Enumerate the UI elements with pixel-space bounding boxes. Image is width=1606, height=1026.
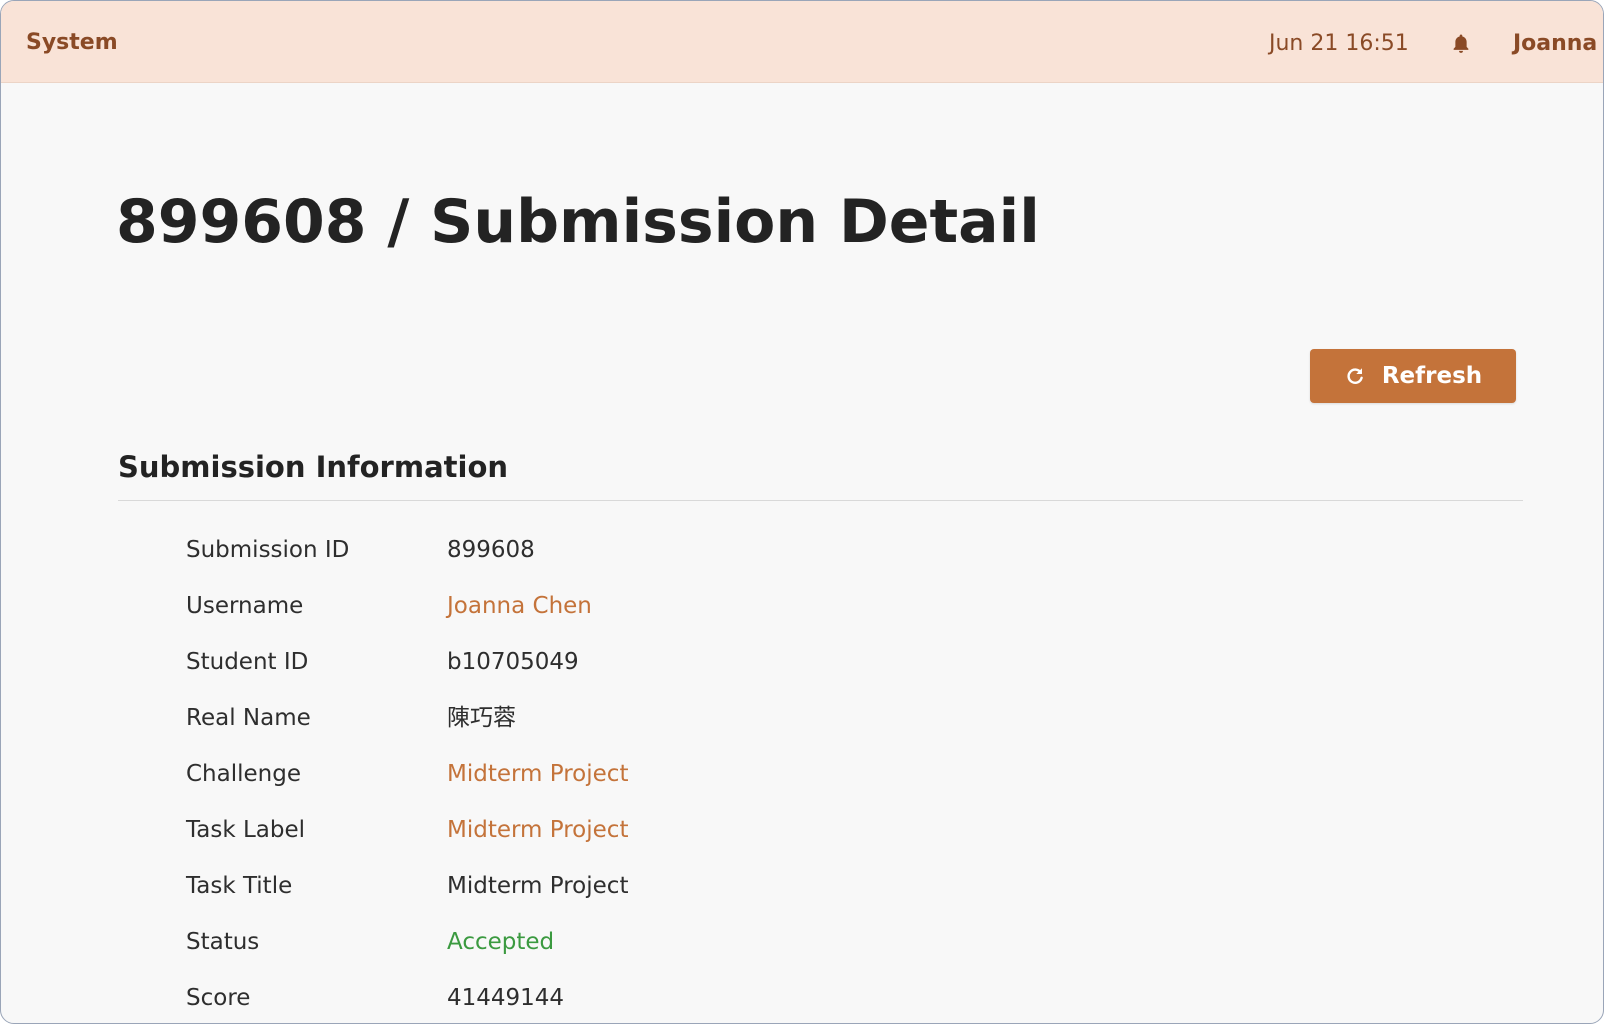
info-label: Submission ID: [186, 537, 350, 563]
real-name-value: 陳巧蓉: [447, 705, 516, 731]
top-navbar: System Jun 21 16:51 Joanna Chen: [1, 1, 1603, 83]
info-label: Real Name: [186, 705, 311, 731]
submission-id-value: 899608: [447, 537, 535, 563]
info-label: Score: [186, 985, 251, 1011]
brand-link[interactable]: System: [26, 28, 118, 58]
task-label-link[interactable]: Midterm Project: [447, 815, 628, 845]
refresh-icon: [1347, 368, 1363, 384]
info-row-real-name: Real Name 陳巧蓉: [186, 690, 628, 746]
status-badge: Accepted: [447, 929, 555, 955]
info-row-challenge: Challenge Midterm Project: [186, 746, 628, 802]
refresh-button[interactable]: Refresh: [1310, 349, 1516, 403]
info-row-task-label: Task Label Midterm Project: [186, 802, 628, 858]
task-title-value: Midterm Project: [447, 873, 629, 899]
info-row-score: Score 41449144: [186, 970, 628, 1023]
section-divider: [118, 500, 1523, 501]
user-menu[interactable]: Joanna Chen: [1513, 29, 1603, 59]
bell-icon[interactable]: [1448, 31, 1474, 57]
info-row-task-title: Task Title Midterm Project: [186, 858, 628, 914]
info-label: Username: [186, 593, 304, 619]
topbar-right-group: Jun 21 16:51 Joanna Chen: [1269, 28, 1603, 59]
info-row-student-id: Student ID b10705049: [186, 634, 628, 690]
username-link[interactable]: Joanna Chen: [447, 591, 592, 621]
bell-icon-glyph: [1453, 33, 1469, 53]
info-label: Task Title: [186, 873, 293, 899]
refresh-button-label: Refresh: [1381, 363, 1483, 389]
page-title: 899608 / Submission Detail: [116, 187, 1040, 257]
info-row-submission-id: Submission ID 899608: [186, 522, 628, 578]
app-window: System Jun 21 16:51 Joanna Chen 899608 /…: [0, 0, 1604, 1024]
info-row-username: Username Joanna Chen: [186, 578, 628, 634]
score-value: 41449144: [447, 985, 565, 1011]
info-row-status: Status Accepted: [186, 914, 628, 970]
student-id-value: b10705049: [447, 649, 579, 675]
info-label: Student ID: [186, 649, 309, 675]
clock-text: Jun 21 16:51: [1269, 30, 1409, 56]
challenge-link[interactable]: Midterm Project: [447, 759, 628, 789]
submission-info-table: Submission ID 899608 Username Joanna Che…: [186, 522, 628, 1023]
info-label: Status: [186, 929, 260, 955]
info-label: Task Label: [186, 817, 305, 843]
info-label: Challenge: [186, 761, 301, 787]
section-title: Submission Information: [118, 450, 509, 484]
